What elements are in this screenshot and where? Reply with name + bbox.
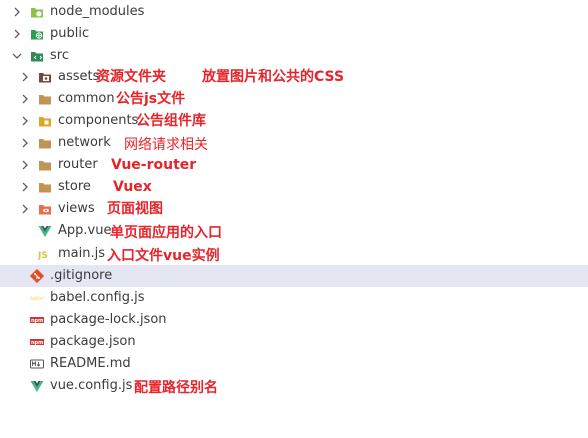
tree-item-babel-config[interactable]: babel babel.config.js (0, 287, 588, 309)
tree-item-package-json[interactable]: npm package.json (0, 331, 588, 353)
tree-item-label: package-lock.json (50, 312, 167, 327)
tree-item-common[interactable]: common 公告js文件 (0, 88, 588, 110)
views-folder-icon (38, 202, 52, 216)
tree-item-app-vue[interactable]: App.vue 单页面应用的入口 (0, 220, 588, 242)
npm-icon: npm (30, 313, 44, 327)
src-folder-icon (30, 49, 44, 63)
assets-folder-icon (38, 70, 52, 84)
annotation-note: 页面视图 (107, 201, 163, 217)
chevron-right-icon[interactable] (19, 198, 31, 220)
js-icon: JS (38, 247, 52, 261)
tree-item-label: babel.config.js (50, 290, 145, 305)
svg-text:npm: npm (31, 340, 43, 346)
annotation-note: Vue-router (111, 157, 197, 173)
tree-item-assets[interactable]: assets 资源文件夹 放置图片和公共的CSS (0, 66, 588, 88)
tree-item-node-modules[interactable]: node_modules (0, 1, 588, 23)
tree-item-label: views (58, 201, 95, 216)
tree-item-label: store (58, 179, 91, 194)
chevron-down-icon[interactable] (11, 45, 23, 67)
chevron-right-icon[interactable] (19, 66, 31, 88)
tree-item-label: components (58, 113, 139, 128)
git-icon (30, 269, 44, 283)
chevron-right-icon[interactable] (19, 88, 31, 110)
vue-icon (38, 224, 52, 238)
tree-item-views[interactable]: views 页面视图 (0, 198, 588, 220)
folder-icon (38, 158, 52, 172)
annotation-note: Vuex (113, 179, 152, 195)
tree-item-label: package.json (50, 334, 136, 349)
tree-item-label: src (50, 48, 69, 63)
tree-item-package-lock[interactable]: npm package-lock.json (0, 309, 588, 331)
tree-item-main-js[interactable]: JS main.js 入口文件vue实例 (0, 243, 588, 265)
chevron-right-icon[interactable] (19, 110, 31, 132)
tree-item-readme[interactable]: README.md (0, 353, 588, 375)
chevron-right-icon[interactable] (11, 23, 23, 45)
annotation-note: 放置图片和公共的CSS (202, 69, 345, 85)
markdown-icon (30, 357, 44, 371)
tree-item-vue-config[interactable]: vue.config.js 配置路径别名 (0, 375, 588, 397)
folder-icon (38, 136, 52, 150)
tree-item-label: assets (58, 69, 100, 84)
chevron-right-icon[interactable] (11, 1, 23, 23)
tree-item-public[interactable]: public (0, 23, 588, 45)
tree-item-label: README.md (50, 356, 131, 371)
tree-item-label: common (58, 91, 115, 106)
tree-item-store[interactable]: store Vuex (0, 176, 588, 198)
chevron-right-icon[interactable] (19, 132, 31, 154)
nodejs-folder-icon (30, 5, 44, 19)
tree-item-src[interactable]: src (0, 45, 588, 67)
tree-item-components[interactable]: components 公告组件库 (0, 110, 588, 132)
annotation-note: 入口文件vue实例 (107, 248, 220, 264)
components-folder-icon (38, 114, 52, 128)
annotation-note: 资源文件夹 (96, 69, 166, 85)
folder-icon (38, 180, 52, 194)
annotation-note: 单页面应用的入口 (110, 225, 222, 241)
tree-item-router[interactable]: router Vue-router (0, 154, 588, 176)
npm-icon: npm (30, 335, 44, 349)
tree-item-label: vue.config.js (50, 378, 133, 393)
svg-text:babel: babel (30, 296, 44, 302)
svg-text:JS: JS (38, 251, 48, 261)
tree-item-label: node_modules (50, 4, 145, 19)
tree-item-label: network (58, 135, 111, 150)
annotation-note: 配置路径别名 (134, 380, 218, 396)
chevron-right-icon[interactable] (19, 176, 31, 198)
tree-item-label: App.vue (58, 223, 112, 238)
annotation-note: 网络请求相关 (124, 137, 208, 153)
public-folder-icon (30, 27, 44, 41)
tree-item-label: .gitignore (50, 268, 113, 283)
annotation-note: 公告js文件 (116, 91, 186, 107)
svg-text:npm: npm (31, 318, 43, 324)
babel-icon: babel (30, 291, 44, 305)
annotation-note: 公告组件库 (136, 113, 206, 129)
tree-item-gitignore[interactable]: .gitignore (0, 265, 588, 287)
chevron-right-icon[interactable] (19, 154, 31, 176)
file-explorer-tree: node_modules public src assets 资源文件夹 放置图… (0, 0, 588, 438)
tree-item-label: public (50, 26, 90, 41)
folder-icon (38, 92, 52, 106)
tree-item-label: router (58, 157, 98, 172)
tree-item-network[interactable]: network 网络请求相关 (0, 132, 588, 154)
vue-icon (30, 379, 44, 393)
tree-item-label: main.js (58, 246, 105, 261)
